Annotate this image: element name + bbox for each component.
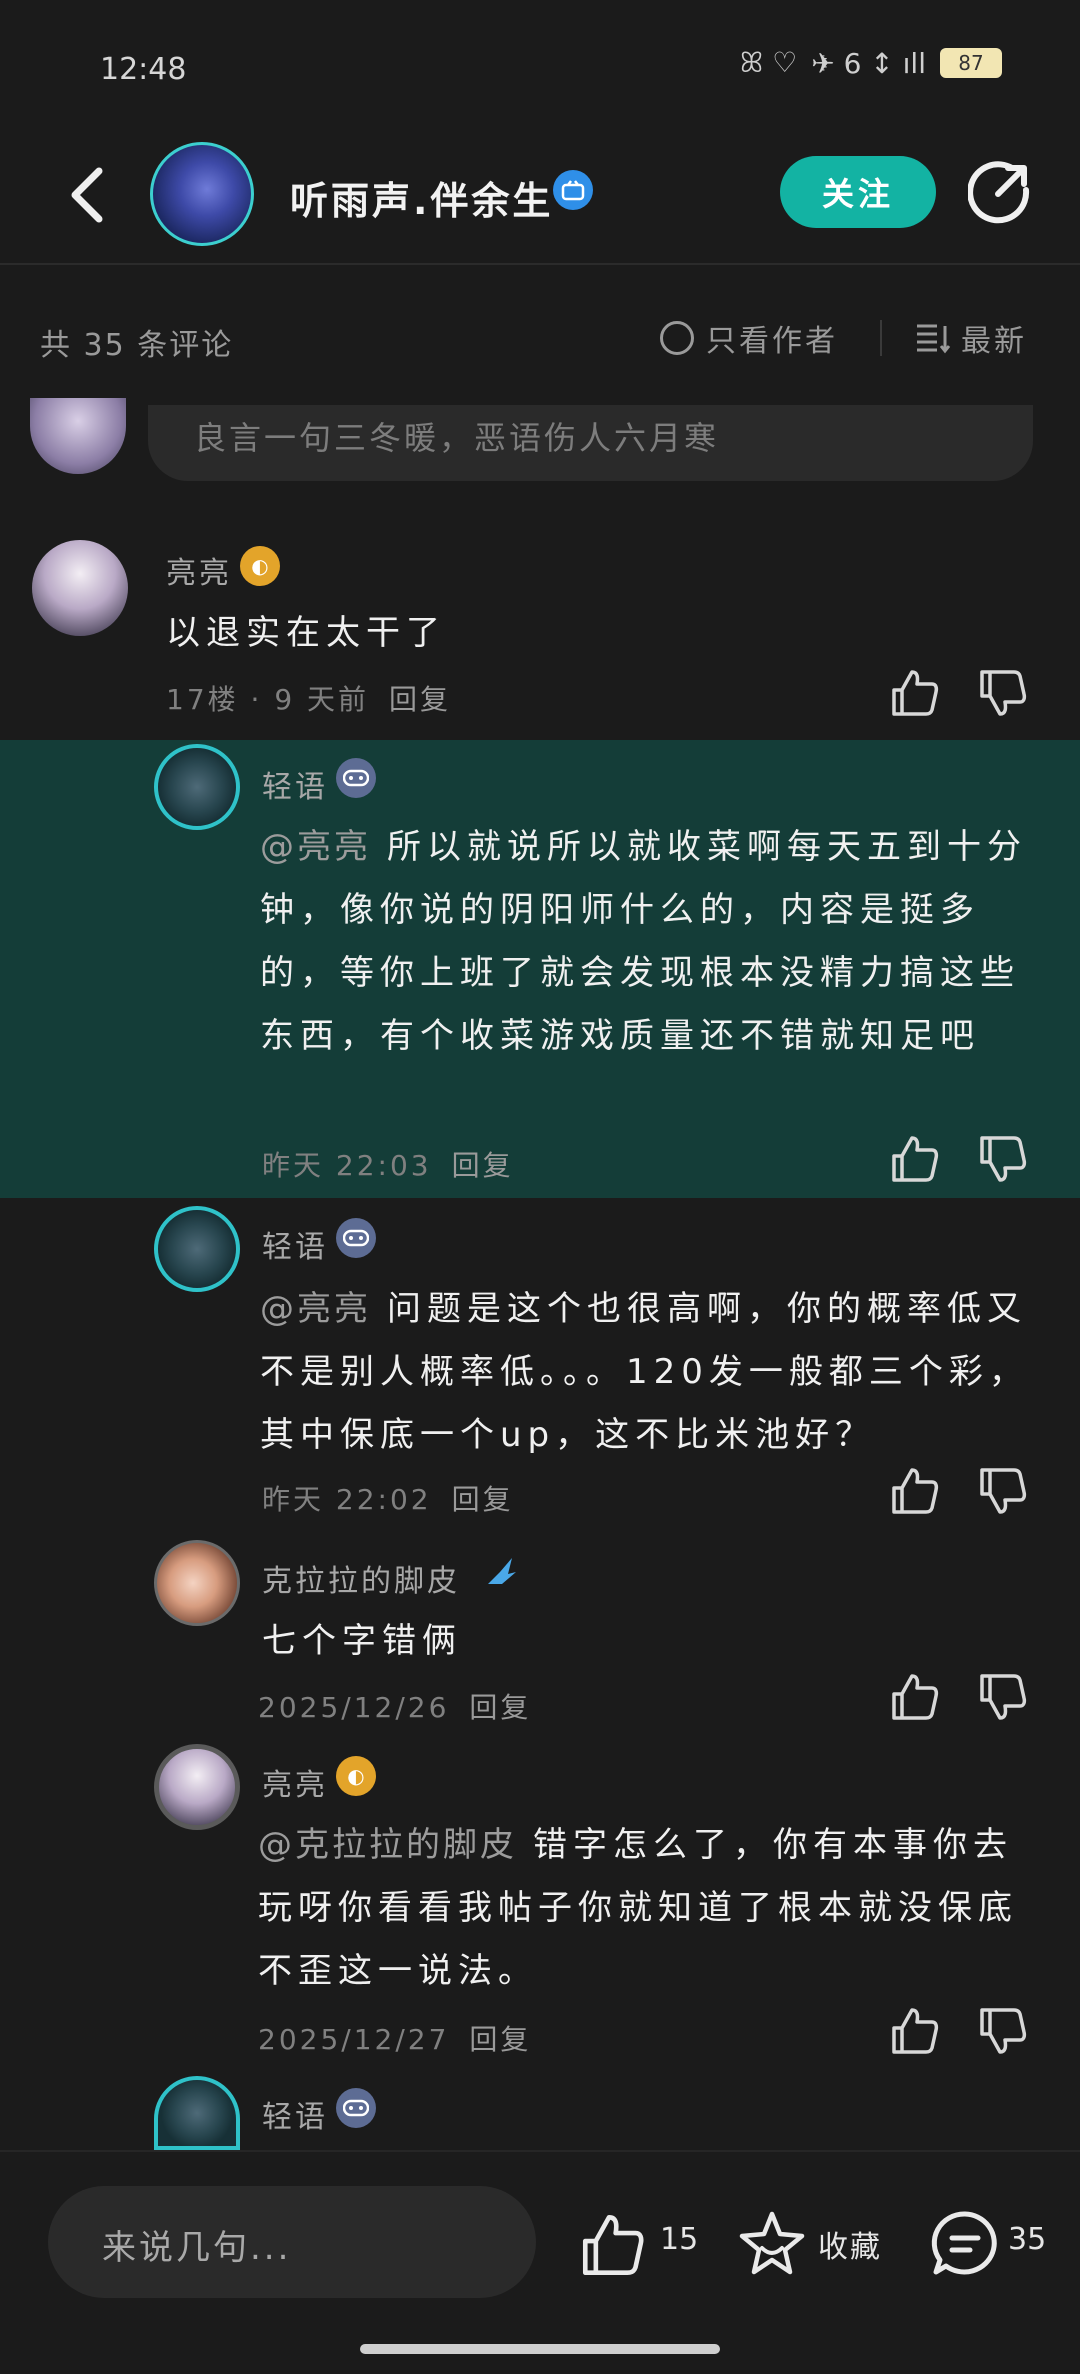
comments-toolbar: 共 35 条评论 只看作者 最新 (0, 300, 1080, 380)
like-button[interactable] (890, 1466, 940, 1516)
thumbs-down-icon (980, 670, 1027, 716)
avatar[interactable] (154, 1206, 240, 1292)
author-avatar[interactable] (150, 142, 254, 246)
thumbs-up-icon (892, 2008, 939, 2054)
comment-input[interactable]: 来说几句... (48, 2186, 536, 2298)
reply-input[interactable]: 良言一句三冬暖，恶语伤人六月寒 (148, 405, 1033, 481)
like-count: 15 (660, 2222, 699, 2257)
dislike-button[interactable] (978, 668, 1028, 718)
notification-icons: ꕤ ♡ (739, 46, 798, 79)
thumbs-up-icon (892, 1674, 939, 1720)
reply-link[interactable]: 回复 (389, 683, 451, 716)
level-badge-icon: ◐ (336, 1756, 376, 1796)
verified-icon (553, 170, 593, 210)
like-button[interactable] (890, 1134, 940, 1184)
thumbs-down-icon (980, 1468, 1027, 1514)
favorite-button[interactable] (738, 2210, 806, 2278)
comment-meta: 昨天 22:02 回复 (262, 1483, 514, 1516)
dislike-button[interactable] (978, 1466, 1028, 1516)
sort-icon (917, 324, 951, 354)
reply-link[interactable]: 回复 (452, 1149, 514, 1182)
signal-icon: ✈ 6 ↕ ıll (811, 46, 926, 80)
gamepad-badge-icon (336, 2088, 376, 2128)
only-author-toggle[interactable]: 只看作者 (660, 316, 838, 360)
comment-count: 共 35 条评论 (40, 328, 234, 363)
avatar[interactable] (154, 2076, 240, 2150)
comment-text: @亮亮 问题是这个也很高啊，你的概率低又不是别人概率低。。。120发一般都三个彩，… (260, 1289, 1029, 1455)
thumbs-up-icon (892, 1136, 939, 1182)
reply-link[interactable]: 回复 (452, 1483, 514, 1516)
comment-username[interactable]: 轻语 (262, 2092, 328, 2136)
thumbs-up-icon (892, 1468, 939, 1514)
like-button[interactable] (890, 668, 940, 718)
reply-link[interactable]: 回复 (469, 2023, 531, 2056)
status-bar: 12:48 ꕤ ♡ ✈ 6 ↕ ıll 87 (0, 0, 1080, 130)
comment-total: 35 (1008, 2222, 1047, 2257)
avatar[interactable] (30, 398, 126, 474)
comment-username[interactable]: 亮亮 (166, 548, 232, 592)
mention-link[interactable]: @亮亮 (260, 1289, 371, 1329)
favorite-label: 收藏 (818, 2230, 882, 2265)
battery-icon: 87 (940, 48, 1002, 78)
thumbs-down-icon (980, 1674, 1027, 1720)
gamepad-badge-icon (336, 758, 376, 798)
dislike-button[interactable] (978, 1134, 1028, 1184)
gamepad-badge-icon (336, 1218, 376, 1258)
like-button[interactable] (890, 1672, 940, 1722)
avatar[interactable] (32, 540, 128, 636)
chevron-left-icon (71, 167, 103, 223)
mention-link[interactable]: @亮亮 (260, 827, 371, 867)
comment-username[interactable]: 轻语 (262, 762, 328, 806)
only-author-label: 只看作者 (706, 324, 838, 359)
thumbs-down-icon (980, 1136, 1027, 1182)
comment-meta: 17楼 · 9 天前 回复 (166, 683, 452, 716)
bottom-action-bar: 来说几句... 15 收藏 35 (0, 2150, 1080, 2374)
dislike-button[interactable] (978, 2006, 1028, 2056)
comment-username[interactable]: 轻语 (262, 1222, 328, 1266)
like-button[interactable] (890, 2006, 940, 2056)
post-like-button[interactable] (578, 2212, 648, 2278)
comment-meta: 2025/12/27 回复 (258, 2023, 532, 2056)
sort-button[interactable]: 最新 (915, 316, 1027, 360)
thumbs-up-icon (892, 670, 939, 716)
level-badge-icon: ◐ (240, 546, 280, 586)
comments-button[interactable] (930, 2210, 1000, 2278)
follow-button[interactable]: 关注 (780, 156, 936, 228)
dislike-button[interactable] (978, 1672, 1028, 1722)
comment-meta: 2025/12/26 回复 (258, 1691, 532, 1724)
comment-text: @亮亮 所以就说所以就收菜啊每天五到十分钟，像你说的阴阳师什么的，内容是挺多的，等… (260, 827, 1027, 1056)
status-icons: ꕤ ♡ ✈ 6 ↕ ıll 87 (740, 46, 1002, 80)
comment-meta: 昨天 22:03 回复 (262, 1149, 514, 1182)
reply-link[interactable]: 回复 (469, 1691, 531, 1724)
thumbs-down-icon (980, 2008, 1027, 2054)
thumbs-up-icon (582, 2214, 644, 2276)
avatar[interactable] (154, 1540, 240, 1626)
divider (880, 320, 882, 356)
comment-username[interactable]: 克拉拉的脚皮 (262, 1556, 460, 1600)
avatar[interactable] (154, 1744, 240, 1830)
author-name[interactable]: 听雨声.伴余生 (290, 170, 553, 225)
back-button[interactable] (52, 160, 122, 230)
share-icon (967, 161, 1030, 224)
status-time: 12:48 (100, 52, 187, 87)
bird-badge-icon (480, 1552, 520, 1592)
mention-link[interactable]: @克拉拉的脚皮 (258, 1825, 517, 1865)
avatar[interactable] (154, 744, 240, 830)
home-indicator[interactable] (360, 2344, 720, 2354)
share-button[interactable] (967, 160, 1032, 224)
comment-username[interactable]: 亮亮 (262, 1760, 328, 1804)
sort-label: 最新 (961, 324, 1027, 359)
star-icon (739, 2211, 805, 2275)
comment-text: 七个字错俩 (262, 1621, 462, 1661)
comment-text: @克拉拉的脚皮 错字怎么了，你有本事你去玩呀你看看我帖子你就知道了根本就没保底不歪… (258, 1825, 1018, 1991)
comment-text: 以退实在太干了 (166, 613, 446, 653)
post-header: 听雨声.伴余生 关注 (0, 130, 1080, 265)
radio-icon (660, 321, 694, 355)
comment-bubble-icon (931, 2211, 997, 2275)
